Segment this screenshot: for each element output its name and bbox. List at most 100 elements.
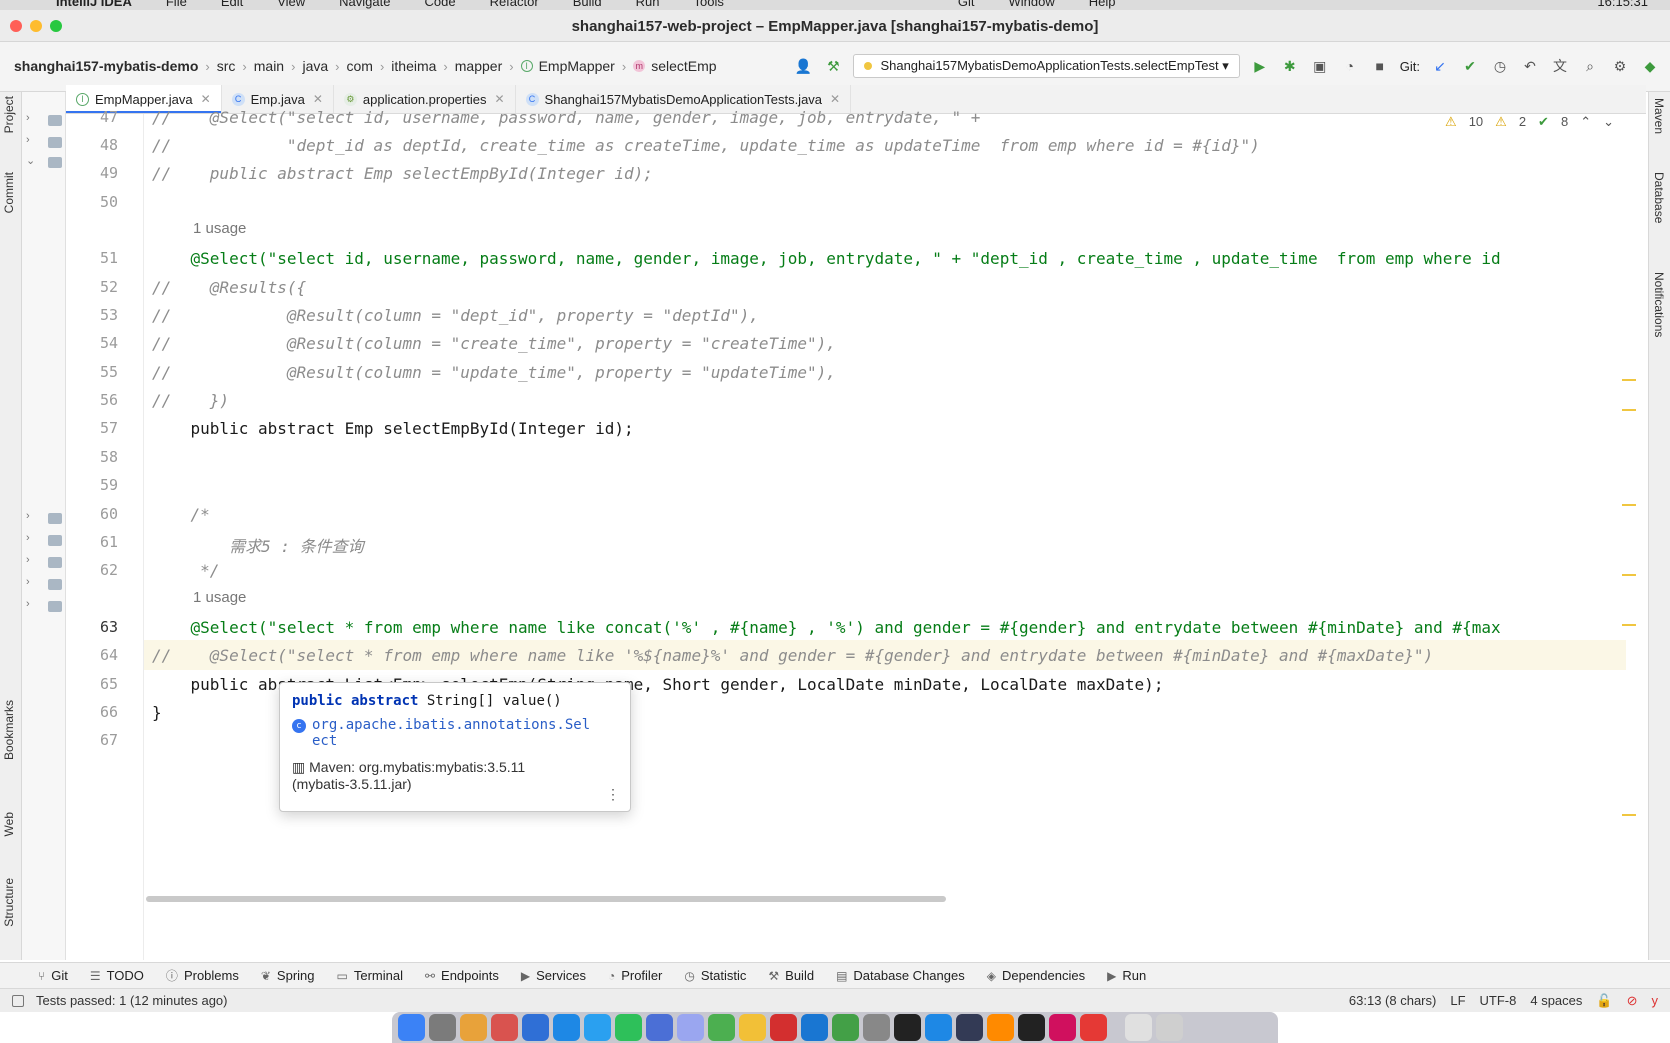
app-icon[interactable] [708,1014,735,1041]
tool-tab-profiler[interactable]: ◔ Profiler [600,968,670,983]
code-line[interactable]: 需求5 : 条件查询 [152,533,364,557]
tool-tab-problems[interactable]: ⓘ Problems [158,967,247,984]
code-line[interactable]: // @Result(column = "update_time", prope… [152,363,836,382]
tree-expand-icon[interactable]: › [26,112,30,124]
search-icon[interactable]: ⌕ [1580,56,1600,76]
stop-icon[interactable]: ■ [1370,56,1390,76]
tool-tab-commit[interactable]: Commit [2,172,16,213]
menu-build[interactable]: Build [573,0,602,9]
inspection-widget[interactable]: ⚠ 10 ⚠ 2 ✔ 8 ⌃ ⌄ [1445,114,1614,130]
tool-tab-structure[interactable]: Structure [2,878,16,927]
plugin-y-icon[interactable]: y [1652,993,1659,1009]
terminal-icon[interactable] [894,1014,921,1041]
system-settings-icon[interactable] [429,1014,456,1041]
tool-tab-database[interactable]: Database [1652,172,1666,223]
tool-tab-services[interactable]: ▶ Services [513,968,594,983]
code-line[interactable]: // public abstract Emp selectEmpById(Int… [152,164,653,183]
menu-app[interactable]: IntelliJ IDEA [56,0,132,9]
debug-icon[interactable]: ✱ [1280,56,1300,76]
close-tab-icon[interactable]: ✕ [494,92,504,106]
tool-tab-notifications[interactable]: Notifications [1652,272,1666,337]
menu-window[interactable]: Window [1008,0,1054,9]
youdao-icon[interactable] [770,1014,797,1041]
caret-position[interactable]: 63:13 (8 chars) [1349,993,1436,1009]
tree-expand-icon[interactable]: › [26,134,30,146]
tree-expand-icon[interactable]: › [26,532,30,544]
editor-error-stripe[interactable] [1622,124,1636,944]
app-icon[interactable] [801,1014,828,1041]
warning-mark[interactable] [1622,379,1636,381]
app-icon[interactable] [646,1014,673,1041]
document-icon[interactable] [1125,1014,1152,1041]
code-line[interactable]: // }) [152,391,229,410]
tree-expand-icon[interactable]: › [26,576,30,588]
code-line-current[interactable]: @Select("select * from emp where name li… [152,618,1501,637]
tool-tab-statistic[interactable]: ◷ Statistic [676,968,754,983]
app-icon[interactable] [522,1014,549,1041]
menu-git[interactable]: Git [958,0,975,9]
code-line[interactable]: public abstract Emp selectEmpById(Intege… [152,419,634,438]
vscode-icon[interactable] [925,1014,952,1041]
menu-run[interactable]: Run [636,0,660,9]
datagrip-icon[interactable] [1018,1014,1045,1041]
menu-code[interactable]: Code [424,0,455,9]
tree-expand-icon[interactable]: › [26,510,30,522]
tool-tab-endpoints[interactable]: ⚯ Endpoints [417,968,507,983]
code-line[interactable]: /* [152,505,210,524]
app-icon[interactable] [832,1014,859,1041]
breadcrumb-itheima[interactable]: itheima [391,58,436,74]
settings-gear-icon[interactable]: ⚙ [1610,56,1630,76]
breadcrumb-selectemp[interactable]: selectEmp [651,58,716,74]
tree-collapse-icon[interactable]: ⌄ [26,154,35,167]
code-line[interactable]: // @Results({ [152,278,306,297]
line-separator[interactable]: LF [1450,993,1465,1009]
tool-tab-run[interactable]: ▶ Run [1099,968,1154,983]
tool-tab-terminal[interactable]: ▭ Terminal [329,968,411,983]
tool-tab-database-changes[interactable]: ▤ Database Changes [828,968,973,983]
menu-refactor[interactable]: Refactor [490,0,539,9]
wps-icon[interactable] [1080,1014,1107,1041]
tool-tab-git[interactable]: ⑂ Git [30,968,76,983]
menu-tools[interactable]: Tools [693,0,723,9]
warning-mark[interactable] [1622,504,1636,506]
warning-mark[interactable] [1622,814,1636,816]
warning-mark[interactable] [1622,574,1636,576]
close-tab-icon[interactable]: ✕ [830,92,840,106]
tree-expand-icon[interactable]: › [26,598,30,610]
tool-tab-maven[interactable]: Maven [1652,98,1666,134]
app-store-icon[interactable] [553,1014,580,1041]
usage-hint[interactable]: 1 usage [193,220,246,237]
finder-icon[interactable] [398,1014,425,1041]
tool-tab-web[interactable]: Web [2,812,16,836]
chevron-down-icon[interactable]: ⌄ [1603,114,1614,130]
breadcrumb-module[interactable]: shanghai157-mybatis-demo [14,58,198,74]
git-rollback-icon[interactable]: ↶ [1520,56,1540,76]
run-configuration-select[interactable]: Shanghai157MybatisDemoApplicationTests.s… [853,54,1240,78]
code-line[interactable]: */ [152,561,219,580]
warning-mark[interactable] [1622,624,1636,626]
error-icon[interactable]: ⊘ [1627,993,1638,1009]
profile-icon[interactable]: ◔ [1340,56,1360,76]
warning-mark[interactable] [1622,409,1636,411]
git-history-icon[interactable]: ◷ [1490,56,1510,76]
code-line[interactable]: // @Select("select * from emp where name… [152,646,1433,665]
tool-tab-bookmarks[interactable]: Bookmarks [2,700,16,760]
code-line[interactable]: // "dept_id as deptId, create_time as cr… [152,136,1260,155]
breadcrumb-mapper[interactable]: mapper [455,58,502,74]
breadcrumb-java[interactable]: java [302,58,328,74]
app-icon[interactable] [863,1014,890,1041]
code-line[interactable]: // @Result(column = "create_time", prope… [152,334,836,353]
menu-view[interactable]: View [277,0,305,9]
file-encoding[interactable]: UTF-8 [1480,993,1517,1009]
intellij-icon[interactable] [1049,1014,1076,1041]
popup-class-link[interactable]: c org.apache.ibatis.annotations.Sel ect [292,717,618,749]
tree-expand-icon[interactable]: › [26,554,30,566]
breadcrumb-com[interactable]: com [346,58,372,74]
chevron-up-icon[interactable]: ⌃ [1580,114,1591,130]
app-icon[interactable] [677,1014,704,1041]
lock-icon[interactable]: 🔓 [1596,993,1612,1009]
calendar-icon[interactable] [491,1014,518,1041]
tool-tab-todo[interactable]: ☰ TODO [82,968,152,983]
more-options-icon[interactable]: ⋮ [606,786,620,803]
menu-edit[interactable]: Edit [221,0,243,9]
